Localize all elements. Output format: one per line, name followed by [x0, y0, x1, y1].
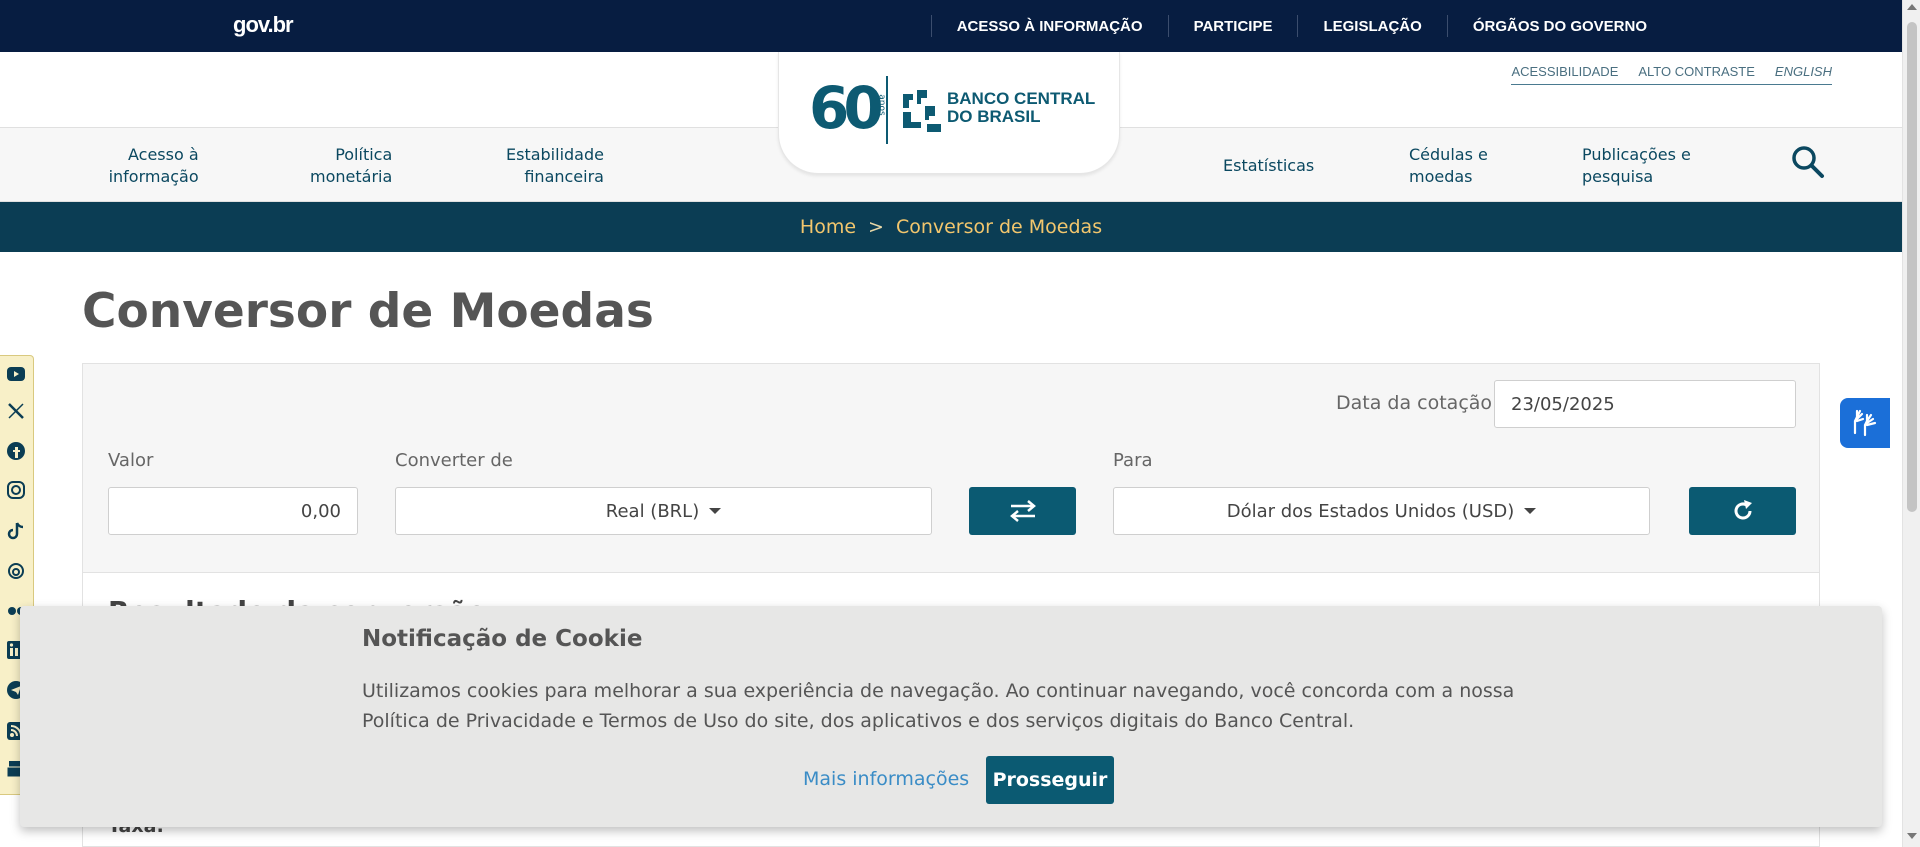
gov-link-acesso-informacao[interactable]: ACESSO À INFORMAÇÃO	[957, 18, 1143, 35]
scroll-thumb[interactable]	[1907, 22, 1917, 512]
gov-links: ACESSO À INFORMAÇÃO PARTICIPE LEGISLAÇÃO…	[930, 0, 1672, 52]
from-label: Converter de	[395, 450, 513, 471]
accessibility-link[interactable]: ACESSIBILIDADE	[1511, 64, 1618, 79]
bcb-wordmark-line: BANCO CENTRAL	[947, 89, 1096, 108]
date-label: Data da cotação	[1336, 392, 1493, 414]
page: gov.br ACESSO À INFORMAÇÃO PARTICIPE LEG…	[0, 0, 1920, 847]
page-title: Conversor de Moedas	[82, 284, 654, 339]
chevron-down-icon	[709, 508, 722, 514]
nav-item-politica-monetaria[interactable]: Política monetária	[310, 144, 392, 188]
bcb-wordmark: BANCO CENTRAL DO BRASIL	[947, 90, 1095, 126]
logo-divider	[886, 76, 888, 144]
divider	[930, 15, 932, 37]
nav-item-label: monetária	[310, 167, 393, 186]
accessibility-links: ACESSIBILIDADE ALTO CONTRASTE ENGLISH	[1511, 64, 1832, 85]
converter-panel: Data da cotação 23/05/2025 Valor 0,00 Co…	[82, 363, 1820, 573]
divider	[1167, 15, 1169, 37]
from-currency-select[interactable]: Real (BRL)	[395, 487, 932, 535]
refresh-icon	[1734, 500, 1752, 520]
from-currency-value: Real (BRL)	[605, 500, 700, 522]
govbr-logo[interactable]: gov.br	[233, 12, 294, 38]
cookie-accept-button[interactable]: Prosseguir	[986, 756, 1114, 804]
x-icon[interactable]	[6, 401, 26, 421]
nav-item-label: Estabilidade	[506, 145, 604, 164]
sixty-years-mark: 60	[809, 74, 884, 142]
page-scrollbar[interactable]	[1902, 0, 1920, 847]
to-currency-value: Dólar dos Estados Unidos (USD)	[1226, 500, 1515, 522]
nav-item-cedulas-moedas[interactable]: Cédulas e moedas	[1409, 144, 1488, 188]
breadcrumb-current[interactable]: Conversor de Moedas	[896, 216, 1102, 238]
chevron-down-icon	[1524, 508, 1537, 514]
youtube-icon[interactable]	[6, 364, 26, 384]
nav-item-label: moedas	[1409, 167, 1473, 186]
cookie-banner: Notificação de Cookie Utilizamos cookies…	[20, 606, 1882, 827]
swap-currencies-button[interactable]	[969, 487, 1076, 535]
valor-input[interactable]: 0,00	[108, 487, 358, 535]
divider	[1297, 15, 1299, 37]
bcb-wordmark-line: DO BRASIL	[947, 107, 1041, 126]
tiktok-icon[interactable]	[6, 521, 26, 541]
sign-language-hands-icon	[1853, 409, 1877, 437]
nav-item-label: informação	[108, 167, 199, 186]
facebook-icon[interactable]	[6, 441, 26, 461]
nav-item-label: Estatísticas	[1223, 156, 1315, 175]
gov-link-orgaos-governo[interactable]: ÓRGÃOS DO GOVERNO	[1473, 18, 1647, 35]
scroll-up-arrow-icon[interactable]	[1907, 4, 1917, 10]
nav-item-label: Política	[335, 145, 393, 164]
swap-arrows-icon	[1009, 500, 1036, 522]
gov-top-bar: gov.br ACESSO À INFORMAÇÃO PARTICIPE LEG…	[0, 0, 1902, 52]
gov-link-participe[interactable]: PARTICIPE	[1194, 18, 1273, 35]
threads-icon[interactable]	[6, 561, 26, 581]
nav-item-publicacoes-pesquisa[interactable]: Publicações e pesquisa	[1582, 144, 1691, 188]
divider	[1446, 15, 1448, 37]
to-currency-select[interactable]: Dólar dos Estados Unidos (USD)	[1113, 487, 1650, 535]
nav-item-estabilidade-financeira[interactable]: Estabilidade financeira	[506, 144, 604, 188]
to-label: Para	[1113, 450, 1153, 471]
date-input[interactable]: 23/05/2025	[1494, 380, 1796, 428]
high-contrast-link[interactable]: ALTO CONTRASTE	[1638, 64, 1755, 79]
refresh-button[interactable]	[1689, 487, 1796, 535]
cookie-more-info-link[interactable]: Mais informações	[803, 768, 969, 790]
gov-link-legislacao[interactable]: LEGISLAÇÃO	[1323, 18, 1421, 35]
search-icon[interactable]	[1790, 144, 1826, 180]
bcb-logo[interactable]: 60 anos BANCO CENTRAL DO BRASIL	[778, 52, 1120, 174]
breadcrumb-separator: >	[868, 216, 884, 238]
nav-item-acesso-informacao[interactable]: Acesso à informação	[107, 144, 199, 188]
english-link[interactable]: ENGLISH	[1775, 64, 1832, 79]
breadcrumb-home[interactable]: Home	[800, 216, 856, 238]
valor-label: Valor	[108, 450, 154, 471]
breadcrumb: Home > Conversor de Moedas	[0, 202, 1902, 252]
scroll-down-arrow-icon[interactable]	[1907, 833, 1917, 839]
nav-item-label: financeira	[524, 167, 604, 186]
nav-item-estatisticas[interactable]: Estatísticas	[1223, 155, 1314, 177]
vlibras-accessibility-button[interactable]	[1840, 398, 1890, 448]
bcb-symbol-icon	[903, 90, 941, 132]
cookie-text: Utilizamos cookies para melhorar a sua e…	[362, 680, 1515, 732]
nav-item-label: pesquisa	[1582, 167, 1654, 186]
cookie-title: Notificação de Cookie	[362, 626, 643, 652]
nav-item-label: Cédulas e	[1409, 145, 1488, 164]
nav-item-label: Acesso à	[128, 145, 199, 164]
nav-item-label: Publicações e	[1582, 145, 1691, 164]
instagram-icon[interactable]	[6, 480, 26, 500]
